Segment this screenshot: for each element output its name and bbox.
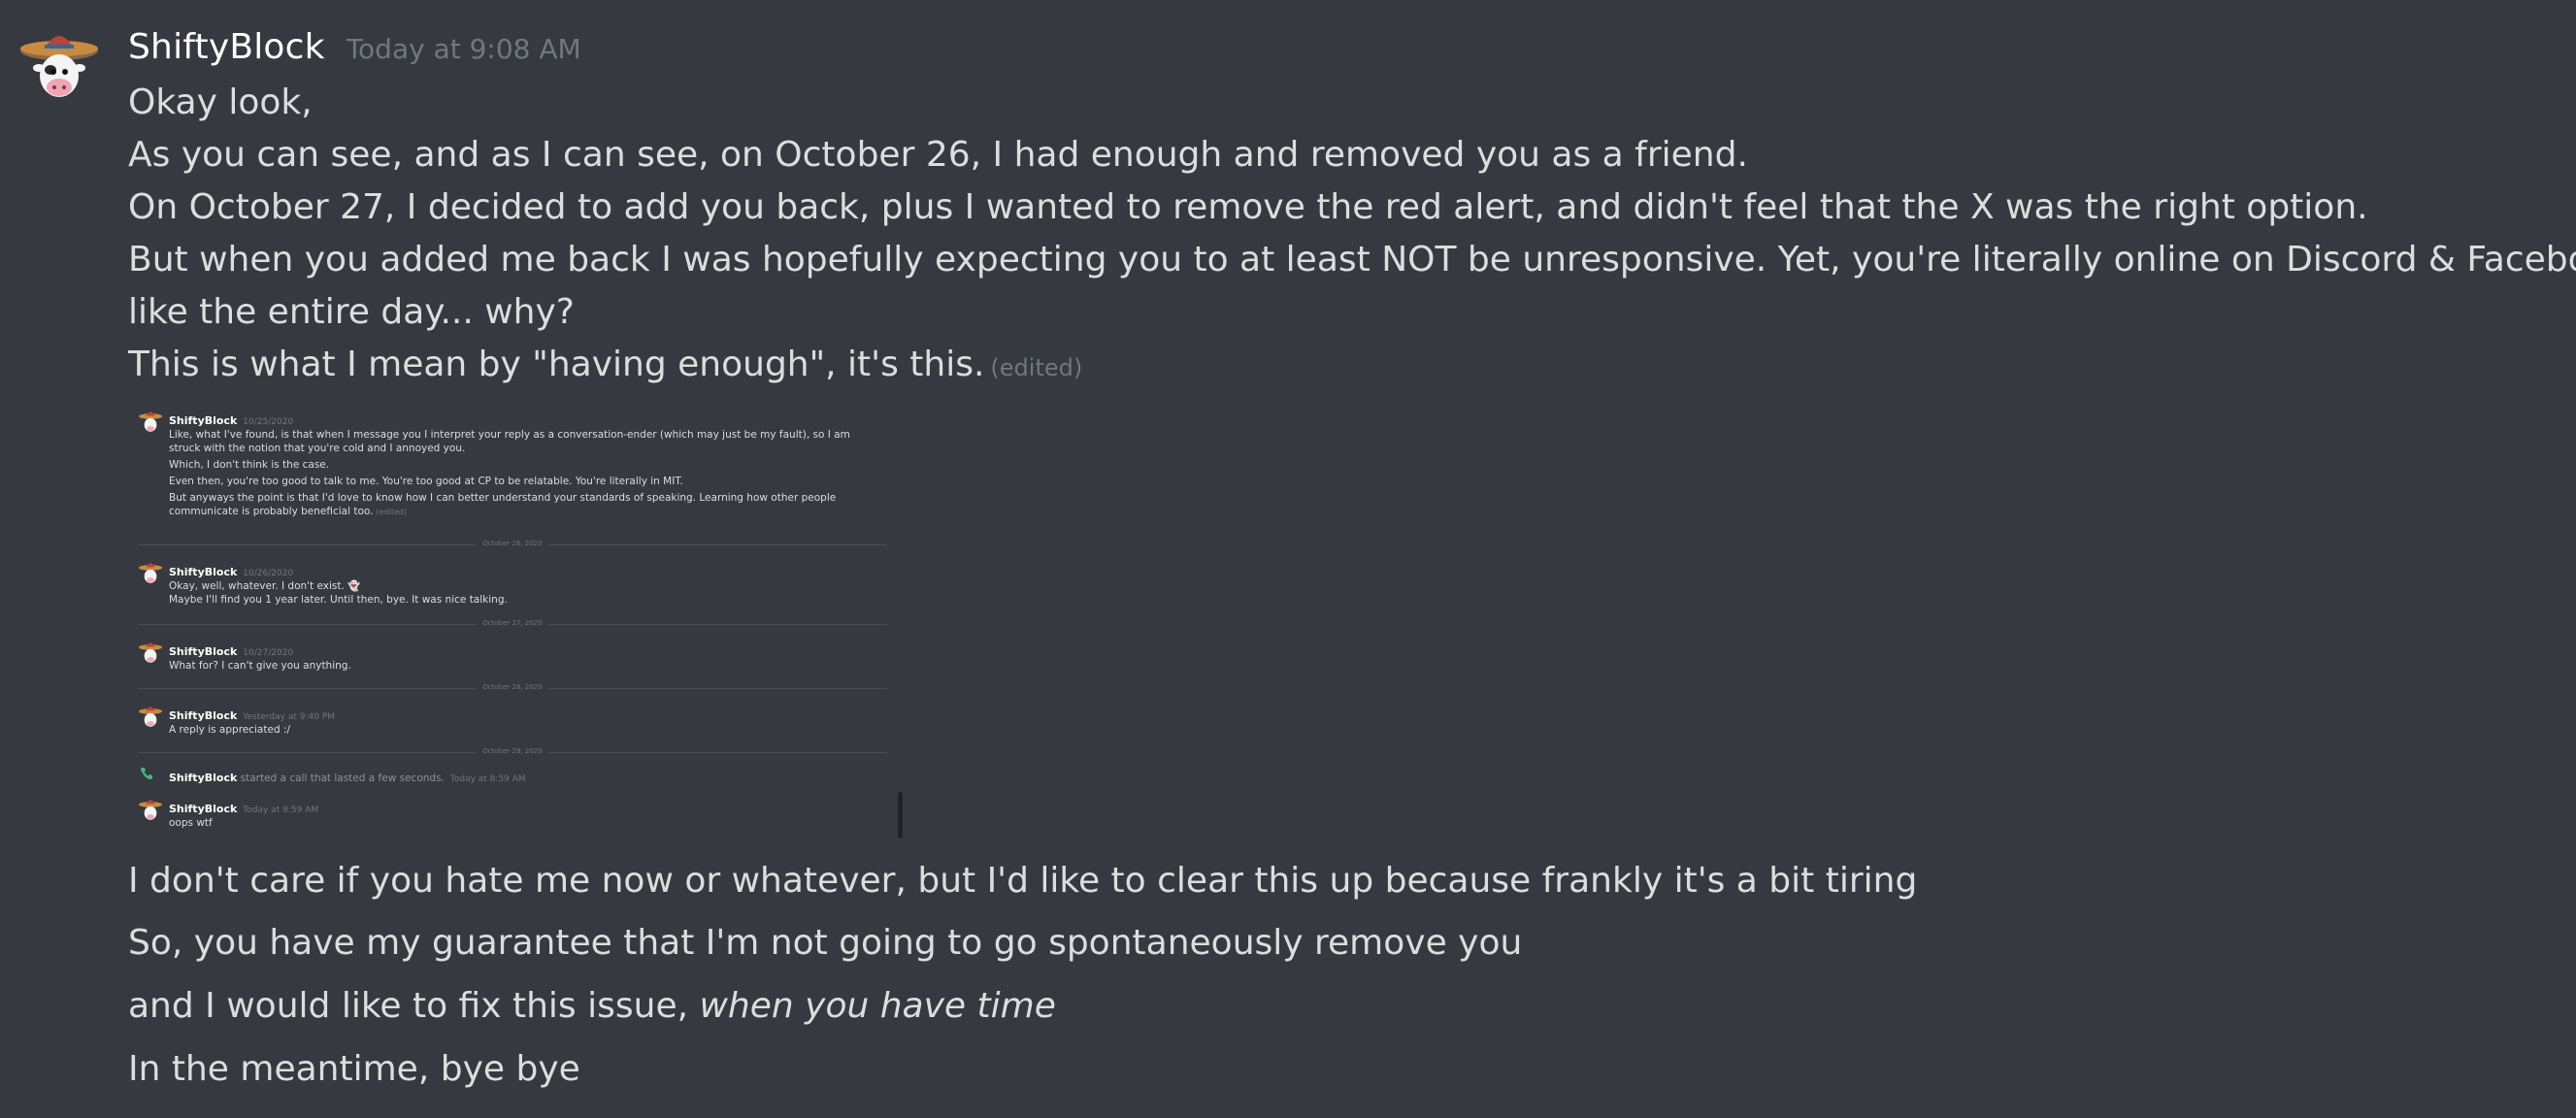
date-divider: October 29, 2020 (138, 747, 887, 757)
embed-timestamp: Today at 8:59 AM (449, 774, 526, 784)
embed-text: Okay, well, whatever. I don't exist. 👻 (169, 580, 361, 592)
avatar (138, 563, 163, 583)
date-divider: October 26, 2020 (138, 540, 887, 549)
message-line-text: This is what I mean by "having enough", … (128, 345, 985, 384)
message-line-last-edited: This is what I mean by "having enough", … (128, 344, 1082, 389)
embed-text: What for? I can't give you anything. (169, 660, 351, 672)
message-line: On October 27, I decided to add you back… (128, 187, 2368, 227)
date-divider: October 27, 2020 (138, 619, 887, 629)
message-line-italic: and I would like to fix this issue, when… (128, 985, 1056, 1028)
message-line-text: and I would like to fix this issue, (128, 986, 700, 1026)
edited-indicator: (edited) (376, 508, 408, 516)
call-text: started a call that lasted a few seconds… (237, 773, 445, 784)
avatar (138, 707, 163, 727)
italic-text: when you have time (699, 986, 1056, 1026)
avatar (138, 411, 163, 432)
embed-author: ShiftyBlock (169, 709, 238, 722)
embed-text: oops wtf (169, 817, 213, 829)
edited-indicator[interactable]: (edited) (990, 354, 1082, 381)
date-divider-label: October 29, 2020 (477, 747, 548, 755)
embed-author: ShiftyBlock (169, 772, 238, 784)
embed-text: Like, what I've found, is that when I me… (169, 429, 850, 454)
image-attachment[interactable]: ShiftyBlock 10/25/2020 Like, what I've fo… (128, 394, 905, 842)
embed-scrollbar (898, 792, 903, 838)
embed-text: Which, I don't think is the case. (169, 459, 330, 471)
embed-author: ShiftyBlock (169, 803, 238, 815)
embed-author: ShiftyBlock (169, 566, 238, 578)
message-line: As you can see, and as I can see, on Oct… (128, 135, 1748, 175)
message-header: ShiftyBlock Today at 9:08 AM (128, 27, 581, 67)
embed-author: ShiftyBlock (169, 645, 238, 658)
embed-author: ShiftyBlock (169, 414, 238, 427)
message-line: So, you have my guarantee that I'm not g… (128, 923, 1523, 963)
message-line: In the meantime, bye bye (128, 1049, 580, 1089)
embed-timestamp: 10/27/2020 (243, 648, 294, 658)
message-line: Okay look, (128, 82, 313, 122)
phone-icon (141, 768, 152, 779)
avatar[interactable] (19, 29, 99, 109)
date-divider-label: October 27, 2020 (477, 619, 548, 627)
date-divider: October 28, 2020 (138, 683, 887, 693)
embed-text: A reply is appreciated :/ (169, 724, 291, 736)
embed-text-edited: But anyways the point is that I'd love t… (169, 491, 868, 519)
message-line: like the entire day... why? (128, 292, 575, 332)
embed-text: Even then, you're too good to talk to me… (169, 476, 683, 487)
avatar (138, 642, 163, 663)
embed-timestamp: 10/26/2020 (243, 569, 294, 578)
message-line: I don't care if you hate me now or whate… (128, 861, 1918, 901)
embed-text: But anyways the point is that I'd love t… (169, 492, 837, 517)
message-timestamp[interactable]: Today at 9:08 AM (347, 33, 581, 65)
date-divider-label: October 26, 2020 (477, 540, 548, 547)
embed-timestamp: Today at 8:59 AM (243, 806, 319, 815)
avatar (138, 800, 163, 820)
message-line: But when you added me back I was hopeful… (128, 240, 2576, 280)
embed-timestamp: 10/25/2020 (243, 417, 294, 427)
date-divider-label: October 28, 2020 (477, 683, 548, 691)
author-name[interactable]: ShiftyBlock (128, 27, 325, 67)
embed-text: Maybe I'll find you 1 year later. Until … (169, 594, 508, 606)
embed-timestamp: Yesterday at 9:40 PM (243, 712, 336, 722)
